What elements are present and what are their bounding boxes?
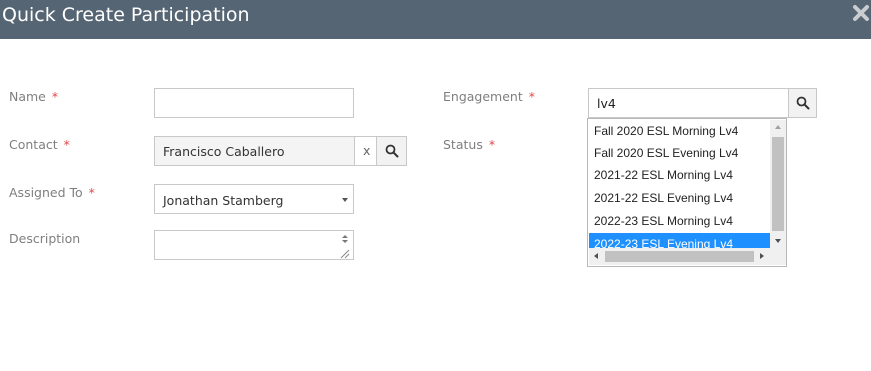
assigned-to-select[interactable]: Jonathan Stamberg xyxy=(154,184,354,214)
assigned-to-label: Assigned To * xyxy=(9,185,95,200)
scroll-up-icon[interactable] xyxy=(775,125,781,129)
status-label: Status * xyxy=(443,137,496,152)
autocomplete-option[interactable]: 2021-22 ESL Morning Lv4 xyxy=(589,164,770,186)
close-icon[interactable] xyxy=(852,4,870,22)
autocomplete-option[interactable]: Fall 2020 ESL Evening Lv4 xyxy=(589,142,770,164)
scroll-left-icon[interactable] xyxy=(594,253,598,259)
name-input[interactable] xyxy=(154,88,354,118)
engagement-input[interactable]: lv4 xyxy=(588,88,789,118)
autocomplete-option[interactable]: 2022-23 ESL Morning Lv4 xyxy=(589,210,770,232)
description-label: Description xyxy=(9,231,81,246)
autocomplete-option[interactable]: 2021-22 ESL Evening Lv4 xyxy=(589,187,770,209)
engagement-search-button[interactable] xyxy=(788,88,817,118)
required-marker: * xyxy=(88,185,95,200)
name-label: Name * xyxy=(9,89,59,104)
horizontal-scroll-thumb[interactable] xyxy=(605,251,754,262)
engagement-label: Engagement * xyxy=(443,89,535,104)
chevron-down-icon xyxy=(342,198,348,202)
scroll-right-icon[interactable] xyxy=(760,253,764,259)
required-marker: * xyxy=(488,137,496,152)
horizontal-scrollbar[interactable] xyxy=(589,248,770,265)
scrollbar-corner xyxy=(770,248,786,265)
engagement-autocomplete-list: Fall 2020 ESL Morning Lv4 Fall 2020 ESL … xyxy=(587,118,787,267)
vertical-scrollbar[interactable] xyxy=(770,120,786,248)
contact-clear-button[interactable]: x xyxy=(354,136,377,166)
vertical-scroll-thumb[interactable] xyxy=(772,137,784,231)
scroll-down-icon[interactable] xyxy=(775,239,781,243)
contact-label: Contact * xyxy=(9,137,70,152)
description-textarea[interactable] xyxy=(154,230,354,260)
search-icon xyxy=(796,96,810,110)
textarea-resize-icon[interactable] xyxy=(340,233,350,259)
required-marker: * xyxy=(51,89,59,104)
required-marker: * xyxy=(528,89,535,104)
dialog-title: Quick Create Participation xyxy=(2,4,250,26)
dialog-header: Quick Create Participation xyxy=(0,0,871,39)
contact-field[interactable]: Francisco Caballero xyxy=(154,136,355,166)
autocomplete-option[interactable]: Fall 2020 ESL Morning Lv4 xyxy=(589,120,770,142)
required-marker: * xyxy=(63,137,70,152)
search-icon xyxy=(385,144,399,158)
contact-search-button[interactable] xyxy=(376,136,407,166)
